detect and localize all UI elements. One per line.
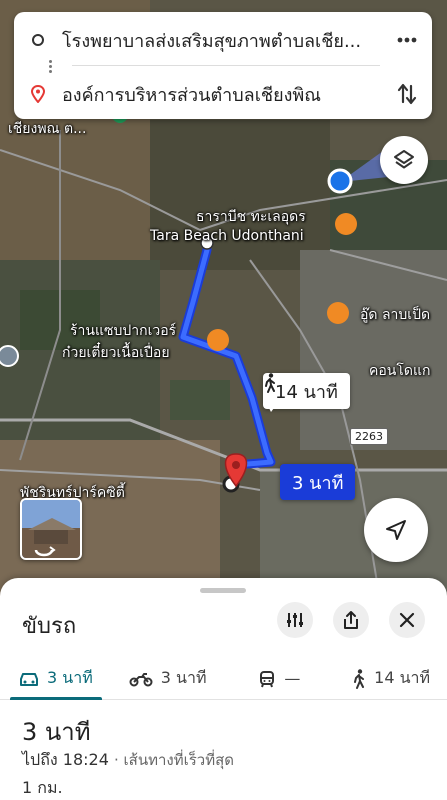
divider — [72, 65, 380, 66]
tab-motorcycle-label: 3 นาที — [160, 668, 207, 687]
tab-drive-label: 3 นาที — [47, 668, 93, 687]
travel-mode-title: ขับรถ — [22, 614, 77, 639]
motorcycle-icon — [129, 672, 153, 686]
destination-pin-icon — [14, 85, 62, 103]
directions-card: โรงพยาบาลส่งเสริมสุขภาพตำบลเชีย... องค์ก… — [14, 12, 432, 119]
map-label-poi[interactable]: Tara Beach Udonthani — [150, 228, 304, 244]
origin-field[interactable]: โรงพยาบาลส่งเสริมสุขภาพตำบลเชีย... — [62, 26, 382, 55]
map-label-poi[interactable]: คอนโดแก — [369, 360, 430, 382]
map-label-poi[interactable]: อู๊ด ลาบเป็ด — [360, 304, 430, 326]
destination-field[interactable]: องค์การบริหารส่วนตำบลเชียงพิณ — [62, 80, 382, 109]
travel-mode-tabs: 3 นาที 3 นาที — 14 นาที — [0, 658, 447, 700]
street-view-thumbnail[interactable] — [20, 498, 82, 560]
walk-time-label: 14 นาที — [275, 381, 338, 403]
origin-row[interactable]: โรงพยาบาลส่งเสริมสุขภาพตำบลเชีย... — [14, 20, 432, 60]
layers-icon — [394, 150, 414, 169]
swap-button[interactable] — [382, 82, 432, 106]
street-view-image — [22, 500, 80, 558]
share-icon — [344, 611, 358, 629]
route-distance: 1 กม. — [22, 778, 63, 797]
walk-icon — [265, 373, 275, 393]
route-note: · เส้นทางที่เร็วที่สุด — [114, 751, 234, 769]
sheet-drag-handle[interactable] — [200, 588, 246, 593]
tune-icon — [287, 613, 303, 627]
tab-drive[interactable]: 3 นาที — [0, 658, 112, 700]
map-label-poi[interactable]: ธาราบีช ทะเลอุดร — [196, 206, 306, 228]
road-number-shield: 2263 — [350, 428, 388, 445]
route-arrival: ไปถึง 18:24 · เส้นทางที่เร็วที่สุด — [22, 748, 234, 773]
directions-bottom-sheet: ขับรถ 3 นาที 3 นาที — 14 นาที 3 นาที ไปถ… — [0, 578, 447, 800]
transit-icon — [260, 670, 275, 687]
tab-walk-label: 14 นาที — [374, 668, 431, 687]
navigation-arrow-icon — [386, 520, 406, 540]
drive-time-chip[interactable]: 3 นาที — [280, 464, 356, 500]
car-icon — [20, 672, 38, 686]
close-button[interactable] — [389, 602, 425, 638]
route-duration: 3 นาที — [22, 718, 91, 746]
arrival-time: ไปถึง 18:24 — [22, 750, 109, 769]
more-options-button[interactable] — [382, 37, 432, 43]
drive-time-label: 3 นาที — [292, 472, 344, 494]
tab-transit-label: — — [284, 669, 301, 688]
sheet-actions — [277, 602, 425, 638]
share-button[interactable] — [333, 602, 369, 638]
swap-vertical-icon — [397, 83, 417, 105]
layers-button[interactable] — [380, 136, 428, 184]
tab-motorcycle[interactable]: 3 นาที — [112, 658, 224, 699]
map-label-poi[interactable]: ร้านแซบปากเวอร์ — [70, 320, 176, 342]
my-location-button[interactable] — [364, 498, 428, 562]
route-options-button[interactable] — [277, 602, 313, 638]
map-label-area[interactable]: เชียงพณ ต... — [8, 118, 86, 140]
tab-walk[interactable]: 14 นาที — [335, 658, 447, 699]
map-label-poi[interactable]: ก๋วยเตี๋ยวเนื้อเปื่อย — [62, 342, 170, 364]
tab-transit[interactable]: — — [224, 658, 336, 699]
walk-time-chip[interactable]: 14 นาที — [263, 373, 350, 412]
origin-circle-icon — [14, 34, 62, 46]
destination-row[interactable]: องค์การบริหารส่วนตำบลเชียงพิณ — [14, 74, 432, 114]
more-horiz-icon — [397, 37, 417, 43]
walk-icon — [354, 668, 365, 689]
close-icon — [399, 612, 415, 628]
